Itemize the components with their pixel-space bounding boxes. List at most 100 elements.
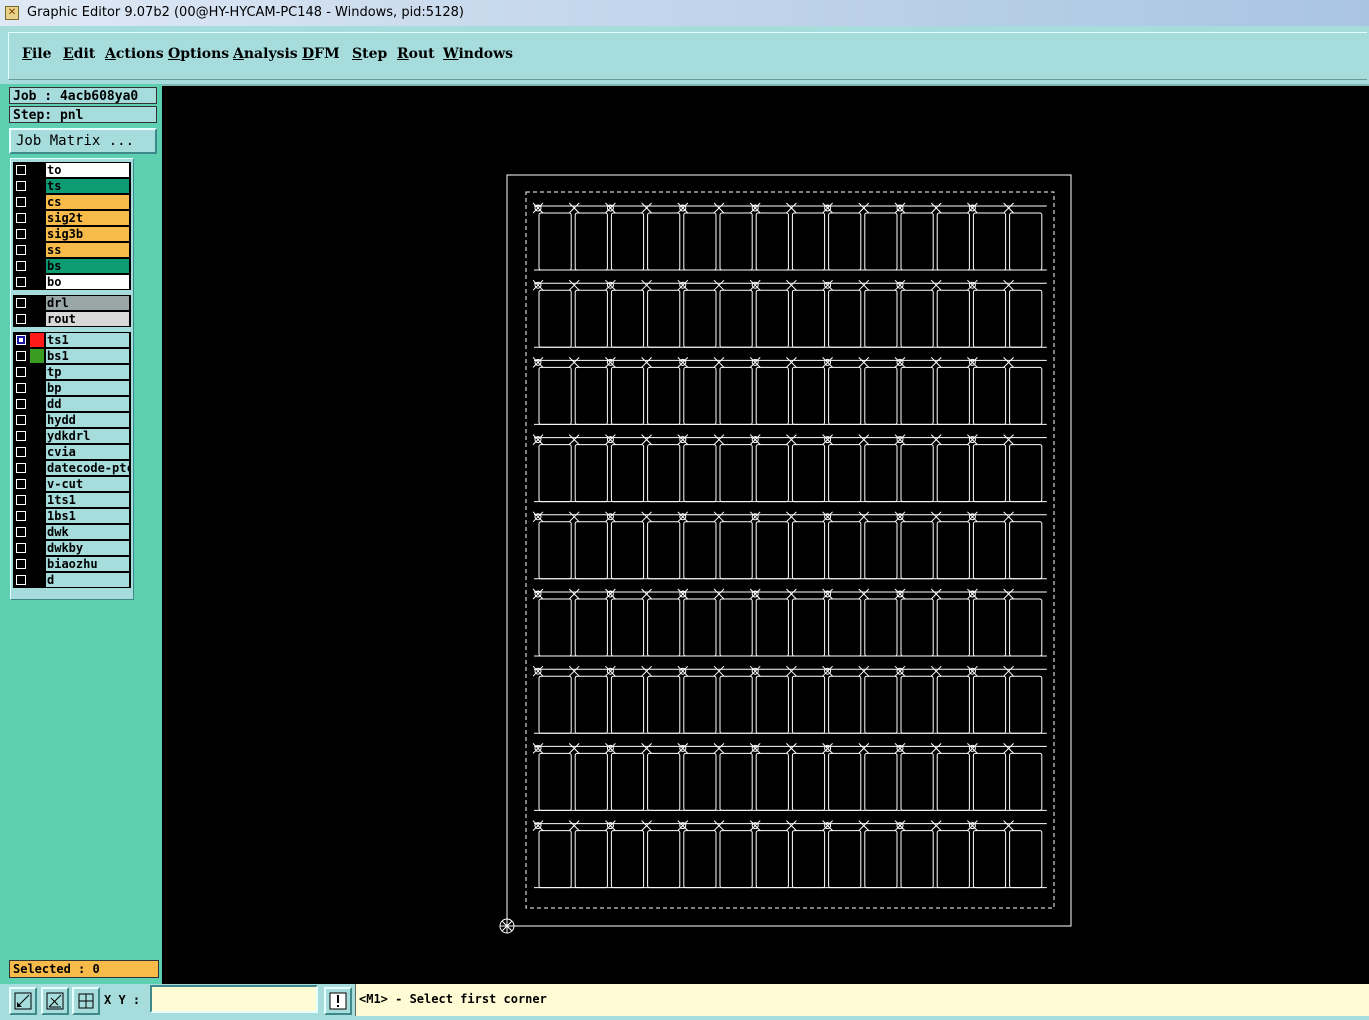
layer-row-biaozhu[interactable]: biaozhu (13, 556, 131, 572)
layer-row-1ts1[interactable]: 1ts1 (13, 492, 131, 508)
layer-row-rout[interactable]: rout (13, 311, 131, 327)
layer-checkbox[interactable] (16, 527, 26, 537)
layer-row-drl[interactable]: drl (13, 295, 131, 311)
pcb-unit (900, 598, 934, 657)
pcb-unit (828, 366, 862, 425)
pcb-unit (972, 212, 1007, 271)
layer-row-bp[interactable]: bp (13, 380, 131, 396)
layer-checkbox[interactable] (16, 298, 26, 308)
grid-icon[interactable] (72, 987, 100, 1015)
measure-icon[interactable] (41, 987, 69, 1015)
layer-row-cs[interactable]: cs (13, 194, 131, 210)
layer-checkbox[interactable] (16, 181, 26, 191)
job-matrix-button[interactable]: Job Matrix ... (9, 128, 157, 154)
pcb-unit (574, 521, 608, 580)
layer-checkbox[interactable] (16, 229, 26, 239)
pcb-unit (864, 598, 898, 657)
layer-group-misc: ts1 bs1 tp bp dd hydd ydkdrl cvia datecode-ptc v-… (13, 332, 131, 588)
layer-color-swatch[interactable] (30, 349, 44, 363)
pcb-unit (791, 366, 826, 425)
layer-checkbox[interactable] (16, 399, 26, 409)
layer-checkbox[interactable] (16, 367, 26, 377)
pcb-unit (864, 366, 898, 425)
pcb-unit (719, 830, 753, 889)
layer-color-swatch[interactable] (30, 333, 44, 347)
layer-row-sig3b[interactable]: sig3b (13, 226, 131, 242)
layer-row-ss[interactable]: ss (13, 242, 131, 258)
menu-windows[interactable]: Windows (443, 46, 513, 62)
layer-checkbox[interactable] (16, 511, 26, 521)
menu-options[interactable]: Options (168, 46, 229, 62)
pcb-unit (791, 444, 826, 503)
graphic-canvas[interactable] (162, 84, 1369, 984)
layer-row-to[interactable]: to (13, 162, 131, 178)
exclamation-icon[interactable] (324, 987, 352, 1015)
layer-name: 1bs1 (46, 509, 129, 523)
layer-row-bs1[interactable]: bs1 (13, 348, 131, 364)
xy-input[interactable] (150, 985, 318, 1013)
menu-step[interactable]: Step (352, 46, 387, 62)
menu-dfm[interactable]: DFM (302, 46, 340, 62)
layer-name: biaozhu (46, 557, 129, 571)
layer-checkbox[interactable] (16, 447, 26, 457)
pcb-unit (972, 521, 1007, 580)
pcb-unit (864, 212, 898, 271)
layer-checkbox[interactable] (16, 277, 26, 287)
job-name: Job : 4acb608ya0 (9, 87, 157, 104)
layer-checkbox[interactable] (16, 431, 26, 441)
panel-border-dashed (525, 191, 1055, 909)
layer-row-sig2t[interactable]: sig2t (13, 210, 131, 226)
selected-count: Selected : 0 (9, 960, 159, 978)
layer-row-bs[interactable]: bs (13, 258, 131, 274)
layer-row-bo[interactable]: bo (13, 274, 131, 290)
layer-checkbox[interactable] (16, 575, 26, 585)
layer-row-v-cut[interactable]: v-cut (13, 476, 131, 492)
layer-checkbox[interactable] (16, 383, 26, 393)
layer-checkbox[interactable] (16, 165, 26, 175)
layer-row-hydd[interactable]: hydd (13, 412, 131, 428)
menu-edit[interactable]: Edit (63, 46, 95, 62)
snap-icon[interactable] (9, 987, 37, 1015)
layer-row-dwkby[interactable]: dwkby (13, 540, 131, 556)
layer-checkbox[interactable] (16, 197, 26, 207)
status-bar: X Y : <M1> - Select first corner (0, 984, 1369, 1020)
layer-row-1bs1[interactable]: 1bs1 (13, 508, 131, 524)
layer-checkbox[interactable] (16, 261, 26, 271)
layer-checkbox[interactable] (16, 559, 26, 569)
layer-row-ydkdrl[interactable]: ydkdrl (13, 428, 131, 444)
layer-checkbox[interactable] (16, 495, 26, 505)
pcb-unit (538, 366, 572, 425)
layer-checkbox[interactable] (16, 335, 26, 345)
layer-row-datecode-ptc[interactable]: datecode-ptc (13, 460, 131, 476)
menu-actions[interactable]: Actions (105, 46, 164, 62)
pcb-unit (683, 675, 717, 734)
layer-row-ts[interactable]: ts (13, 178, 131, 194)
pcb-unit (574, 598, 608, 657)
layer-name: sig3b (46, 227, 129, 241)
menu-analysis[interactable]: Analysis (233, 46, 298, 62)
layer-checkbox[interactable] (16, 543, 26, 553)
layer-checkbox[interactable] (16, 245, 26, 255)
layer-checkbox[interactable] (16, 415, 26, 425)
layer-row-cvia[interactable]: cvia (13, 444, 131, 460)
pcb-unit (683, 366, 717, 425)
layer-name: ydkdrl (46, 429, 129, 443)
layer-checkbox[interactable] (16, 213, 26, 223)
pcb-unit (936, 752, 970, 811)
layer-row-tp[interactable]: tp (13, 364, 131, 380)
pcb-unit (538, 212, 572, 271)
layer-checkbox[interactable] (16, 351, 26, 361)
layer-checkbox[interactable] (16, 479, 26, 489)
layer-name: bo (46, 275, 129, 289)
layer-row-dwk[interactable]: dwk (13, 524, 131, 540)
pcb-unit (828, 830, 862, 889)
layer-row-ts1[interactable]: ts1 (13, 332, 131, 348)
layer-checkbox[interactable] (16, 314, 26, 324)
pcb-unit (610, 521, 645, 580)
menu-rout[interactable]: Rout (397, 46, 435, 62)
layer-row-dd[interactable]: dd (13, 396, 131, 412)
layer-checkbox[interactable] (16, 463, 26, 473)
pcb-unit (900, 366, 934, 425)
menu-file[interactable]: File (22, 46, 52, 62)
layer-row-d[interactable]: d (13, 572, 131, 588)
